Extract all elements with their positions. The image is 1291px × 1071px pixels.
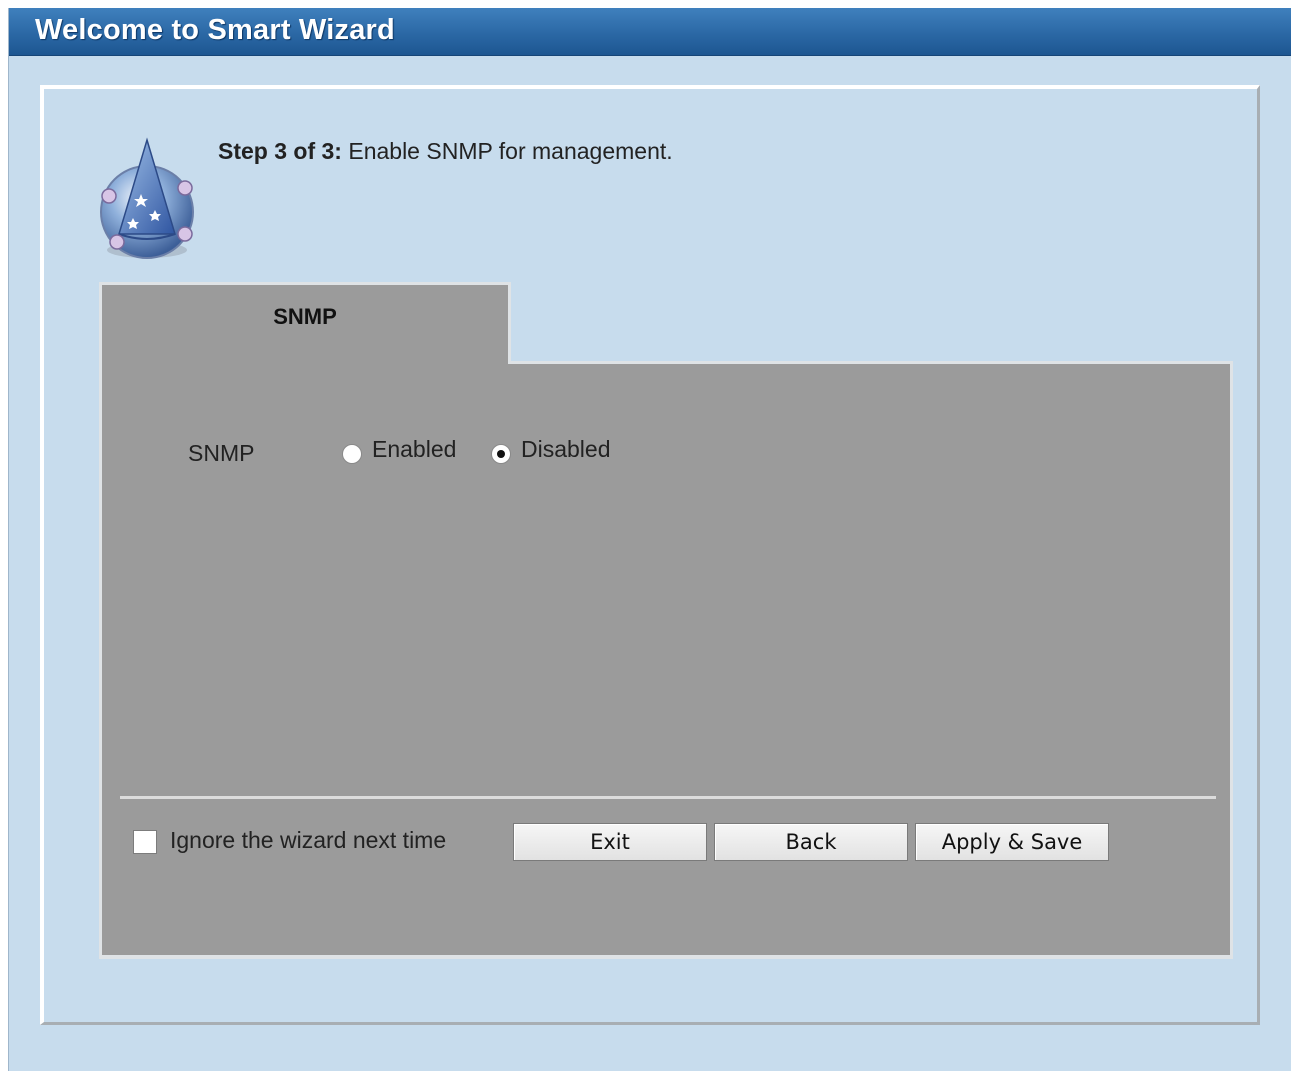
snmp-enabled-label[interactable]: Enabled <box>372 436 456 463</box>
step-text: Enable SNMP for management. <box>341 138 673 164</box>
snmp-disabled-label[interactable]: Disabled <box>521 436 611 463</box>
snmp-enabled-radio[interactable] <box>342 444 362 464</box>
wizard-hat-icon <box>100 137 194 259</box>
ignore-wizard-checkbox[interactable] <box>133 830 157 854</box>
snmp-disabled-radio[interactable] <box>491 444 511 464</box>
footer-divider <box>120 796 1216 799</box>
step-counter: Step 3 of 3: <box>218 138 342 164</box>
apply-save-button[interactable]: Apply & Save <box>915 823 1109 861</box>
step-description: Step 3 of 3: Enable SNMP for management. <box>218 138 673 165</box>
smart-wizard-window: Welcome to Smart Wizard Step 3 of 3: Ena… <box>8 8 1291 1071</box>
snmp-field-label: SNMP <box>188 440 255 466</box>
title-bar: Welcome to Smart Wizard <box>9 8 1291 56</box>
wizard-content-frame: Step 3 of 3: Enable SNMP for management.… <box>40 85 1260 1025</box>
tab-snmp[interactable]: SNMP <box>99 282 511 368</box>
exit-button[interactable]: Exit <box>513 823 707 861</box>
tab-snmp-label: SNMP <box>273 304 337 329</box>
ignore-wizard-label[interactable]: Ignore the wizard next time <box>170 827 446 854</box>
window-title: Welcome to Smart Wizard <box>35 14 395 46</box>
snmp-settings-panel: SNMP Enabled Disabled Ignore the wizard … <box>99 364 1233 959</box>
back-button[interactable]: Back <box>714 823 908 861</box>
